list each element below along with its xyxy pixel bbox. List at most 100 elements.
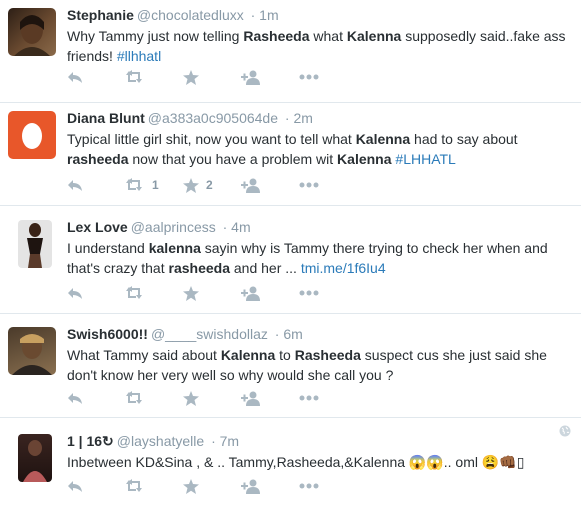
reply-icon xyxy=(67,391,83,405)
user-handle[interactable]: @layshatyelle xyxy=(117,433,204,449)
tweet-content: Lex Love @aalprincess · 4m I understand k… xyxy=(67,218,573,278)
globe-icon[interactable] xyxy=(559,424,571,442)
tweet: 1 | 16↻ @layshatyelle · 7m Inbetween KD&S… xyxy=(0,418,581,518)
follow-user-icon xyxy=(241,286,261,301)
tweet-header: Stephanie @chocolatedluxx · 1m xyxy=(67,6,573,24)
reply-button[interactable] xyxy=(67,178,125,192)
avatar[interactable] xyxy=(8,327,56,375)
tweet-text-segment: had to say about xyxy=(410,131,518,147)
tweet-header: Lex Love @aalprincess · 4m xyxy=(67,218,573,236)
tweet-timestamp[interactable]: · 2m xyxy=(285,110,313,126)
more-button[interactable] xyxy=(299,182,357,188)
hashtag-link[interactable]: #llhhatl xyxy=(117,48,161,64)
avatar-photo xyxy=(14,15,50,56)
star-icon xyxy=(183,285,199,301)
favorite-count: 2 xyxy=(206,178,213,192)
follow-button[interactable] xyxy=(241,286,299,301)
tweet-timestamp[interactable]: · 1m xyxy=(251,7,279,23)
follow-button[interactable] xyxy=(241,178,299,193)
user-name[interactable]: 1 | 16↻ xyxy=(67,433,114,449)
tweet-feed: Stephanie @chocolatedluxx · 1m Why Tammy … xyxy=(0,0,581,518)
favorite-button[interactable]: 2 xyxy=(183,177,241,193)
tweet-timestamp[interactable]: · 7m xyxy=(211,433,239,449)
more-button[interactable] xyxy=(299,395,357,401)
tweet: Swish6000!! @____swishdollaz · 6m What Ta… xyxy=(0,314,581,418)
tweet: Lex Love @aalprincess · 4m I understand k… xyxy=(0,206,581,314)
follow-user-icon xyxy=(241,479,261,494)
tweet: Stephanie @chocolatedluxx · 1m Why Tammy … xyxy=(0,0,581,103)
highlighted-keyword: rasheeda xyxy=(67,151,129,167)
tweet-header: 1 | 16↻ @layshatyelle · 7m xyxy=(67,432,573,450)
reply-icon xyxy=(67,286,83,300)
tweet-text-segment: Typical little girl shit, now you want t… xyxy=(67,131,356,147)
favorite-button[interactable] xyxy=(183,69,241,85)
follow-button[interactable] xyxy=(241,479,299,494)
follow-button[interactable] xyxy=(241,70,299,85)
user-name[interactable]: Lex Love xyxy=(67,219,128,235)
highlighted-keyword: Rasheeda xyxy=(294,347,361,363)
avatar[interactable] xyxy=(8,8,56,56)
more-button[interactable] xyxy=(299,290,357,296)
reply-button[interactable] xyxy=(67,479,125,493)
highlighted-keyword: Kalenna xyxy=(355,131,411,147)
hashtag-link[interactable]: #LHHATL xyxy=(395,151,455,167)
tweet-text-segment: Why Tammy just now telling xyxy=(67,28,244,44)
retweet-button[interactable] xyxy=(125,391,183,405)
retweet-button[interactable] xyxy=(125,70,183,84)
tweet-text: Typical little girl shit, now you want t… xyxy=(67,129,573,169)
star-icon xyxy=(183,69,199,85)
avatar-photo xyxy=(23,440,47,482)
tweet-header: Diana Blunt @a383a0c905064de · 2m xyxy=(67,109,573,127)
avatar[interactable] xyxy=(8,111,56,159)
tweet-text-segment: Inbetween KD&Sina , & .. Tammy,Rasheeda,… xyxy=(67,454,525,470)
retweet-button[interactable] xyxy=(125,479,183,493)
follow-button[interactable] xyxy=(241,391,299,406)
tweet-text: I understand kalenna sayin why is Tammy … xyxy=(67,238,573,278)
follow-user-icon xyxy=(241,178,261,193)
reply-button[interactable] xyxy=(67,70,125,84)
reply-button[interactable] xyxy=(67,286,125,300)
tweet-text-segment: now that you have a problem wit xyxy=(128,151,338,167)
more-dots-icon xyxy=(299,395,319,401)
retweet-icon xyxy=(125,70,145,84)
user-name[interactable]: Stephanie xyxy=(67,7,134,23)
retweet-button[interactable]: 1 xyxy=(125,178,183,192)
retweet-icon xyxy=(125,286,145,300)
tweet-actions xyxy=(67,67,357,87)
highlighted-keyword: kalenna xyxy=(148,240,201,256)
tweet-text: What Tammy said about Kalenna to Rasheed… xyxy=(67,345,573,385)
tweet-header: Swish6000!! @____swishdollaz · 6m xyxy=(67,325,573,343)
user-handle[interactable]: @a383a0c905064de xyxy=(148,110,278,126)
favorite-button[interactable] xyxy=(183,478,241,494)
more-dots-icon xyxy=(299,290,319,296)
avatar-photo xyxy=(12,334,52,375)
retweet-button[interactable] xyxy=(125,286,183,300)
favorite-button[interactable] xyxy=(183,390,241,406)
url-link[interactable]: tmi.me/1f6Iu4 xyxy=(301,260,386,276)
tweet-actions: 1 2 xyxy=(67,175,357,195)
user-handle[interactable]: @chocolatedluxx xyxy=(137,7,244,23)
more-button[interactable] xyxy=(299,74,357,80)
highlighted-keyword: Kalenna xyxy=(337,151,392,167)
user-name[interactable]: Swish6000!! xyxy=(67,326,148,342)
user-handle[interactable]: @____swishdollaz xyxy=(151,326,268,342)
avatar[interactable] xyxy=(18,434,52,482)
favorite-button[interactable] xyxy=(183,285,241,301)
follow-user-icon xyxy=(241,391,261,406)
tweet-timestamp[interactable]: · 6m xyxy=(275,326,303,342)
tweet-text-segment: what xyxy=(309,28,347,44)
retweet-count: 1 xyxy=(152,178,159,192)
avatar[interactable] xyxy=(18,220,52,268)
star-icon xyxy=(183,390,199,406)
tweet-actions xyxy=(67,476,357,496)
tweet-timestamp[interactable]: · 4m xyxy=(223,219,251,235)
more-button[interactable] xyxy=(299,483,357,489)
tweet-content: Diana Blunt @a383a0c905064de · 2m Typical… xyxy=(67,109,573,169)
user-name[interactable]: Diana Blunt xyxy=(67,110,145,126)
reply-icon xyxy=(67,479,83,493)
tweet-text: Why Tammy just now telling Rasheeda what… xyxy=(67,26,573,66)
reply-button[interactable] xyxy=(67,391,125,405)
highlighted-keyword: Rasheeda xyxy=(243,28,310,44)
more-dots-icon xyxy=(299,483,319,489)
user-handle[interactable]: @aalprincess xyxy=(131,219,216,235)
